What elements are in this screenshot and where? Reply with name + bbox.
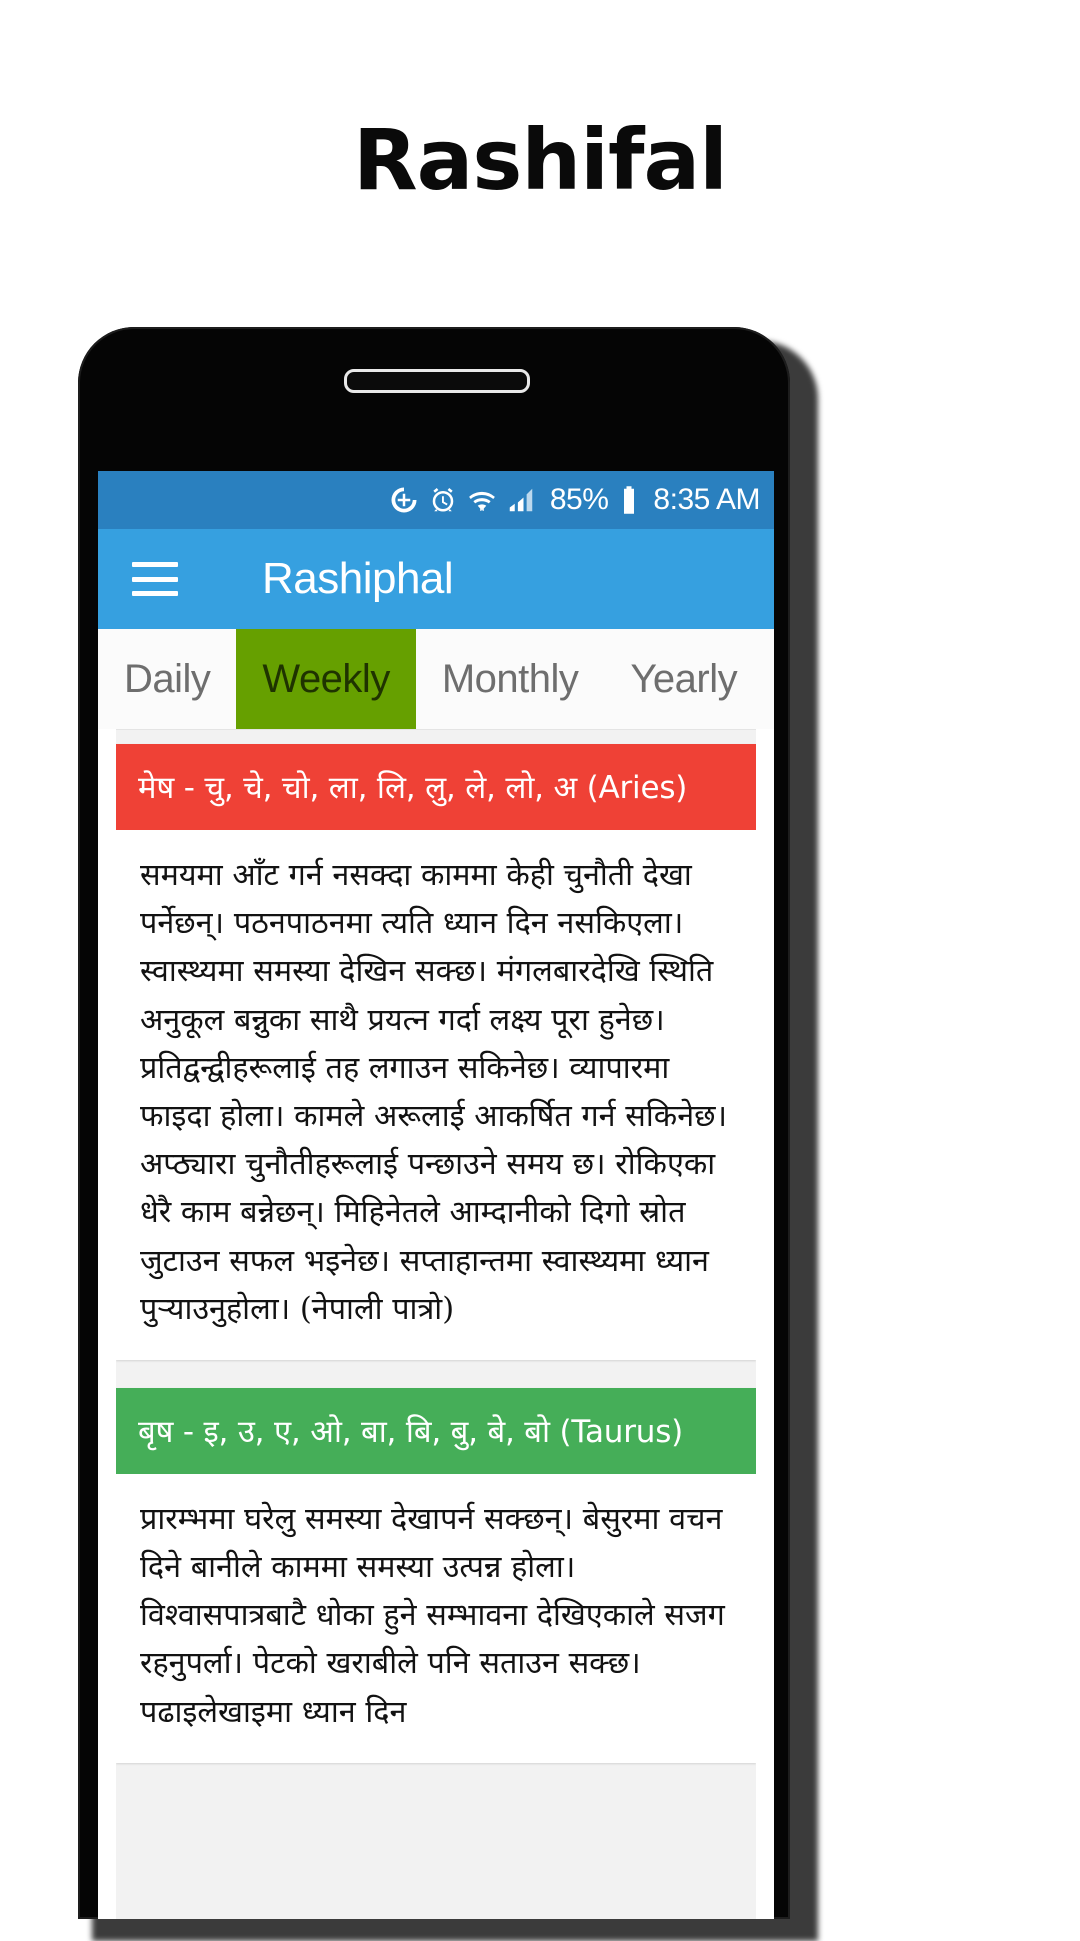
hamburger-menu-icon[interactable]	[132, 562, 178, 596]
horoscope-list[interactable]: मेष - चु, चे, चो, ला, लि, लु, ले, लो, अ …	[98, 730, 774, 1919]
status-bar: 85% 8:35 AM	[98, 471, 774, 529]
phone-screen: 85% 8:35 AM Rashiphal Daily Weekly Month…	[98, 471, 774, 1919]
tab-daily[interactable]: Daily	[98, 629, 237, 729]
content-rail-left	[98, 729, 116, 1919]
tab-weekly[interactable]: Weekly	[236, 629, 416, 729]
wifi-icon	[467, 485, 497, 515]
sign-header-aries: मेष - चु, चे, चो, ला, लि, लु, ले, लो, अ …	[116, 744, 756, 830]
tab-monthly[interactable]: Monthly	[415, 629, 605, 729]
battery-icon	[617, 485, 641, 515]
status-clock: 8:35 AM	[653, 483, 760, 516]
sign-header-taurus: बृष - इ, उ, ए, ओ, बा, बि, बु, बे, बो (Ta…	[116, 1387, 756, 1474]
sign-body-aries: समयमा आँट गर्न नसक्दा काममा केही चुनौती …	[140, 858, 728, 1327]
sign-card-taurus: बृष - इ, उ, ए, ओ, बा, बि, बु, बे, बो (Ta…	[116, 1387, 756, 1763]
app-bar-title: Rashiphal	[262, 554, 454, 603]
sign-body-taurus: प्रारम्भमा घरेलु समस्या देखापर्न सक्छन्।…	[140, 1501, 725, 1730]
app-bar: Rashiphal	[98, 529, 774, 629]
battery-percent-label: 85%	[549, 483, 609, 516]
tab-bar: Daily Weekly Monthly Yearly	[98, 629, 774, 730]
alarm-icon	[428, 485, 458, 515]
page-title: Rashifal	[353, 111, 728, 209]
phone-mockup: 85% 8:35 AM Rashiphal Daily Weekly Month…	[78, 327, 818, 1941]
tab-yearly[interactable]: Yearly	[604, 629, 764, 729]
phone-body: 85% 8:35 AM Rashiphal Daily Weekly Month…	[78, 327, 790, 1919]
add-circle-icon	[389, 485, 419, 515]
content-rail-right	[756, 729, 774, 1919]
sign-card-aries: मेष - चु, चे, चो, ला, लि, लु, ले, लो, अ …	[116, 744, 756, 1360]
phone-earpiece-speaker	[344, 369, 530, 393]
signal-icon	[506, 485, 536, 515]
